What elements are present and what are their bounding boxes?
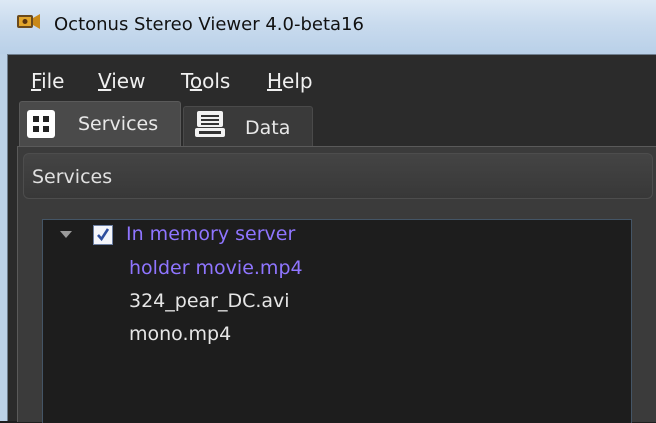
panel-header: Services [23,153,653,199]
tab-services-label: Services [78,113,159,135]
tree-file-item[interactable]: mono.mp4 [129,323,231,345]
services-tree[interactable]: In memory server holder movie.mp4 324_pe… [42,219,632,423]
app-window: Octonus Stereo Viewer 4.0-beta16 File Vi… [0,0,656,423]
panel-title: Services [32,166,113,188]
tree-server-label[interactable]: In memory server [126,223,295,245]
tab-data-label: Data [245,117,291,139]
menu-tools[interactable]: Tools [181,69,230,93]
data-stack-icon [195,111,225,137]
title-bar[interactable]: Octonus Stereo Viewer 4.0-beta16 [0,0,656,54]
services-content: Services In memory server holder movie.m… [17,146,656,423]
server-checkbox[interactable] [93,225,113,245]
services-grid-icon [27,110,55,138]
main-frame: File View Tools Help Services Data Servi… [7,54,656,423]
expand-arrow-icon[interactable] [60,231,72,238]
tree-file-item[interactable]: holder movie.mp4 [129,257,303,279]
film-camera-icon [17,14,40,29]
menu-view[interactable]: View [98,69,145,93]
window-title: Octonus Stereo Viewer 4.0-beta16 [54,14,364,35]
menu-file[interactable]: File [31,69,64,93]
tab-data[interactable]: Data [183,106,313,146]
menu-help[interactable]: Help [267,69,313,93]
checkmark-icon [97,228,110,242]
tab-services[interactable]: Services [19,101,181,146]
tree-file-item[interactable]: 324_pear_DC.avi [129,290,290,312]
